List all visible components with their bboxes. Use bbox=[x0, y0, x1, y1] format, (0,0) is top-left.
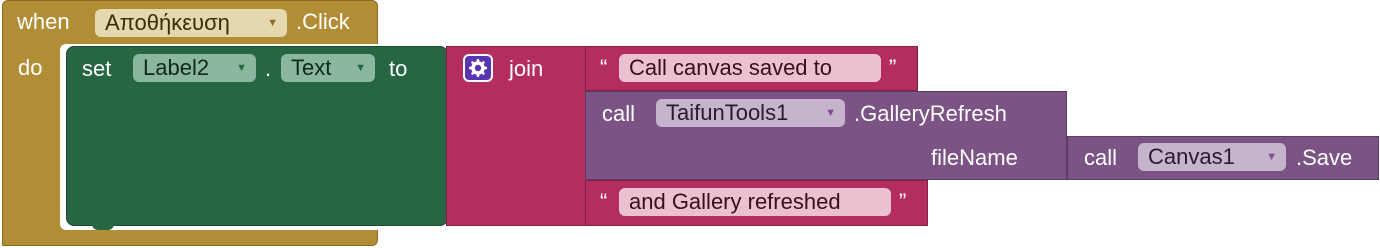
call-keyword-gallery: call bbox=[602, 101, 636, 126]
filename-param-label: fileName bbox=[931, 145, 1018, 170]
event-component-dropdown[interactable]: Αποθήκευση ▼ bbox=[95, 9, 287, 37]
chevron-down-icon: ▼ bbox=[267, 17, 278, 29]
to-keyword: to bbox=[389, 56, 408, 81]
chevron-down-icon: ▼ bbox=[355, 62, 366, 74]
do-keyword: do bbox=[18, 55, 43, 80]
dot-separator: . bbox=[265, 56, 272, 81]
set-property-dropdown[interactable]: Text ▼ bbox=[281, 54, 375, 82]
text-value-1[interactable]: Call canvas saved to bbox=[619, 54, 881, 82]
open-quote-1: “ bbox=[600, 55, 608, 80]
close-quote-2: ” bbox=[899, 189, 907, 214]
gallery-method-label: .GalleryRefresh bbox=[854, 101, 1007, 126]
open-quote-2: “ bbox=[600, 189, 608, 214]
event-component-label: Αποθήκευση bbox=[105, 10, 230, 35]
call-keyword-save: call bbox=[1084, 145, 1118, 170]
save-component-label: Canvas1 bbox=[1148, 144, 1235, 169]
gallery-component-dropdown[interactable]: TaifunTools1 ▼ bbox=[656, 99, 845, 127]
join-label: join bbox=[509, 56, 544, 81]
set-property-label: Text bbox=[291, 55, 332, 80]
when-keyword: when bbox=[17, 9, 70, 34]
set-component-dropdown[interactable]: Label2 ▼ bbox=[133, 54, 256, 82]
set-component-label: Label2 bbox=[143, 55, 210, 80]
chevron-down-icon: ▼ bbox=[825, 107, 836, 119]
gallery-component-label: TaifunTools1 bbox=[666, 100, 789, 125]
mutator-button[interactable] bbox=[463, 54, 493, 82]
event-name-label: .Click bbox=[296, 9, 350, 34]
next-statement-notch bbox=[92, 224, 114, 230]
save-component-dropdown[interactable]: Canvas1 ▼ bbox=[1138, 143, 1286, 171]
chevron-down-icon: ▼ bbox=[1266, 151, 1277, 163]
gear-icon bbox=[469, 59, 487, 77]
chevron-down-icon: ▼ bbox=[236, 62, 247, 74]
set-keyword: set bbox=[82, 56, 112, 81]
close-quote-1: ” bbox=[889, 55, 897, 80]
text-value-2[interactable]: and Gallery refreshed bbox=[619, 188, 891, 216]
save-method-label: .Save bbox=[1296, 145, 1353, 170]
